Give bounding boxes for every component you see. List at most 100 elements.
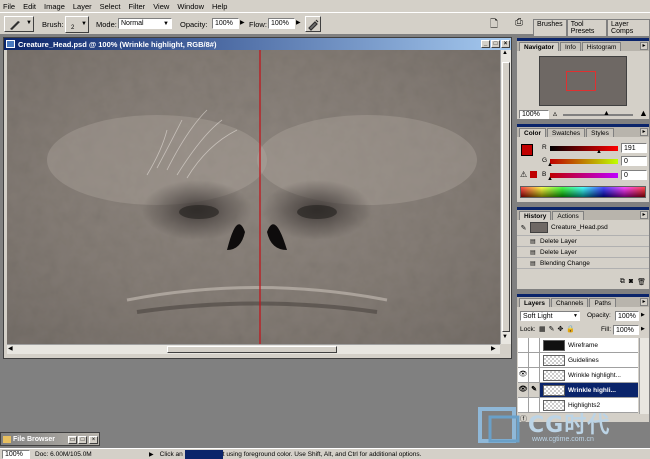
eye-icon[interactable]: 👁 — [518, 368, 529, 382]
menu-image[interactable]: Image — [44, 2, 65, 11]
panel-menu-icon[interactable]: ▸ — [640, 298, 648, 306]
well-tab-tool-presets[interactable]: Tool Presets — [566, 19, 608, 37]
navigator-preview[interactable] — [539, 56, 627, 106]
link-toggle[interactable] — [529, 368, 540, 382]
layer-opacity-field[interactable]: 100% — [615, 311, 639, 321]
menu-window[interactable]: Window — [177, 2, 204, 11]
tab-channels[interactable]: Channels — [550, 298, 589, 307]
new-document-from-state-icon[interactable]: ⧉ — [620, 278, 625, 289]
zoom-out-icon[interactable]: ▵ — [553, 109, 557, 118]
lock-all-icon[interactable]: 🔒 — [566, 325, 575, 333]
lock-move-icon[interactable]: ✥ — [558, 325, 564, 333]
tab-color[interactable]: Color — [519, 128, 546, 137]
history-snapshot[interactable]: ✎ Creature_Head.psd — [517, 220, 649, 236]
panel-menu-icon[interactable]: ▸ — [640, 211, 648, 219]
tab-histogram[interactable]: Histogram — [581, 42, 622, 51]
layer-row[interactable]: Wireframe — [518, 338, 638, 353]
history-step[interactable]: ▤ Delete Layer — [517, 236, 649, 247]
tab-paths[interactable]: Paths — [589, 298, 617, 307]
image-canvas[interactable] — [7, 50, 500, 344]
history-step[interactable]: ▤ Delete Layer — [517, 247, 649, 258]
horizontal-scrollbar[interactable]: ◀ ▶ — [7, 344, 500, 354]
camera-icon[interactable]: ◙ — [629, 278, 633, 289]
g-slider[interactable]: ▲ — [547, 159, 618, 168]
vertical-scrollbar[interactable]: ▲ ▼ — [500, 50, 511, 344]
b-slider[interactable]: ▲ — [547, 173, 618, 182]
foreground-color-swatch[interactable] — [521, 144, 533, 156]
opacity-field[interactable]: 100% — [212, 18, 239, 29]
chevron-right-icon[interactable]: ▶ — [296, 19, 301, 26]
chevron-right-icon[interactable]: ▶ — [240, 19, 245, 26]
chevron-right-icon[interactable]: ▶ — [641, 312, 645, 318]
panel-menu-icon[interactable]: ▸ — [640, 42, 648, 50]
flow-field[interactable]: 100% — [268, 18, 295, 29]
tab-swatches[interactable]: Swatches — [546, 128, 586, 137]
vertical-scroll-thumb[interactable] — [502, 62, 510, 332]
well-tab-brushes[interactable]: Brushes — [533, 19, 567, 37]
layer-row[interactable]: 👁 Wrinkle highlight... — [518, 368, 638, 383]
r-field[interactable]: 191 — [621, 143, 647, 153]
scroll-up-icon[interactable]: ▲ — [502, 50, 508, 56]
menu-select[interactable]: Select — [100, 2, 121, 11]
menu-filter[interactable]: Filter — [129, 2, 146, 11]
eye-icon[interactable]: 👁 — [518, 383, 529, 397]
r-slider[interactable]: ▲ — [550, 146, 618, 155]
visibility-toggle[interactable] — [518, 353, 529, 367]
tab-info[interactable]: Info — [559, 42, 581, 51]
status-menu-icon[interactable]: ▶ — [149, 451, 154, 458]
brush-picker[interactable]: 2 ▼ — [65, 16, 89, 33]
navigator-zoom-field[interactable]: 100% — [519, 110, 549, 119]
tab-navigator[interactable]: Navigator — [519, 42, 559, 51]
layer-row[interactable]: Guidelines — [518, 353, 638, 368]
zoom-slider[interactable]: ▲ — [563, 110, 633, 117]
scroll-left-icon[interactable]: ◀ — [8, 345, 13, 352]
scroll-down-icon[interactable]: ▼ — [502, 334, 508, 340]
zoom-in-icon[interactable]: ▲ — [639, 108, 648, 118]
navigator-view-box[interactable] — [566, 71, 596, 91]
b-field[interactable]: 0 — [621, 170, 647, 180]
tool-preset-picker[interactable]: ▼ — [4, 16, 34, 32]
panel-menu-icon[interactable]: ▸ — [640, 128, 648, 136]
gamut-swatch[interactable] — [530, 171, 537, 178]
restore-button[interactable]: ▭ — [68, 436, 77, 444]
zoom-slider-handle[interactable]: ▲ — [603, 110, 610, 117]
horizontal-scroll-thumb[interactable] — [167, 346, 337, 353]
menu-file[interactable]: File — [3, 2, 15, 11]
minimize-button[interactable]: _ — [481, 40, 490, 48]
mode-select[interactable]: Normal ▼ — [118, 18, 172, 29]
scroll-right-icon[interactable]: ▶ — [491, 345, 496, 352]
maximize-button[interactable]: □ — [78, 436, 87, 444]
close-button[interactable]: × — [89, 436, 98, 444]
blend-mode-select[interactable]: Soft Light ▼ — [520, 311, 580, 321]
layer-row-active[interactable]: 👁 ✎ Wrinkle highli... — [518, 383, 638, 398]
new-document-icon[interactable]: 🗋 — [490, 17, 498, 34]
menu-help[interactable]: Help — [212, 2, 227, 11]
tab-layers[interactable]: Layers — [519, 298, 550, 307]
tab-history[interactable]: History — [519, 211, 552, 220]
tab-styles[interactable]: Styles — [586, 128, 614, 137]
status-zoom-field[interactable]: 100% — [2, 449, 30, 459]
maximize-button[interactable]: □ — [491, 40, 500, 48]
warning-icon[interactable]: ⚠ — [520, 170, 527, 179]
file-browser-minimized[interactable]: File Browser ▭ □ × — [0, 432, 100, 446]
link-toggle[interactable] — [529, 338, 540, 352]
close-button[interactable]: × — [501, 40, 510, 48]
menu-edit[interactable]: Edit — [23, 2, 36, 11]
g-field[interactable]: 0 — [621, 156, 647, 166]
lock-transparency-icon[interactable]: ▦ — [539, 325, 546, 333]
airbrush-button[interactable] — [305, 16, 321, 32]
link-toggle[interactable] — [529, 353, 540, 367]
visibility-toggle[interactable] — [518, 338, 529, 352]
tab-actions[interactable]: Actions — [552, 211, 584, 220]
status-doc-size[interactable]: Doc: 6.00M/105.0M — [35, 451, 145, 458]
fill-field[interactable]: 100% — [613, 325, 639, 335]
history-step[interactable]: ▤ Blending Change — [517, 258, 649, 269]
lock-paint-icon[interactable]: ✎ — [549, 325, 555, 333]
well-tab-layer-comps[interactable]: Layer Comps — [607, 19, 650, 37]
trash-icon[interactable]: 🗑 — [637, 278, 646, 289]
paintbrush-icon[interactable]: ✎ — [529, 383, 540, 397]
menu-layer[interactable]: Layer — [73, 2, 92, 11]
color-ramp[interactable] — [520, 186, 646, 198]
print-icon[interactable]: ⎙ — [515, 17, 523, 28]
menu-view[interactable]: View — [153, 2, 169, 11]
